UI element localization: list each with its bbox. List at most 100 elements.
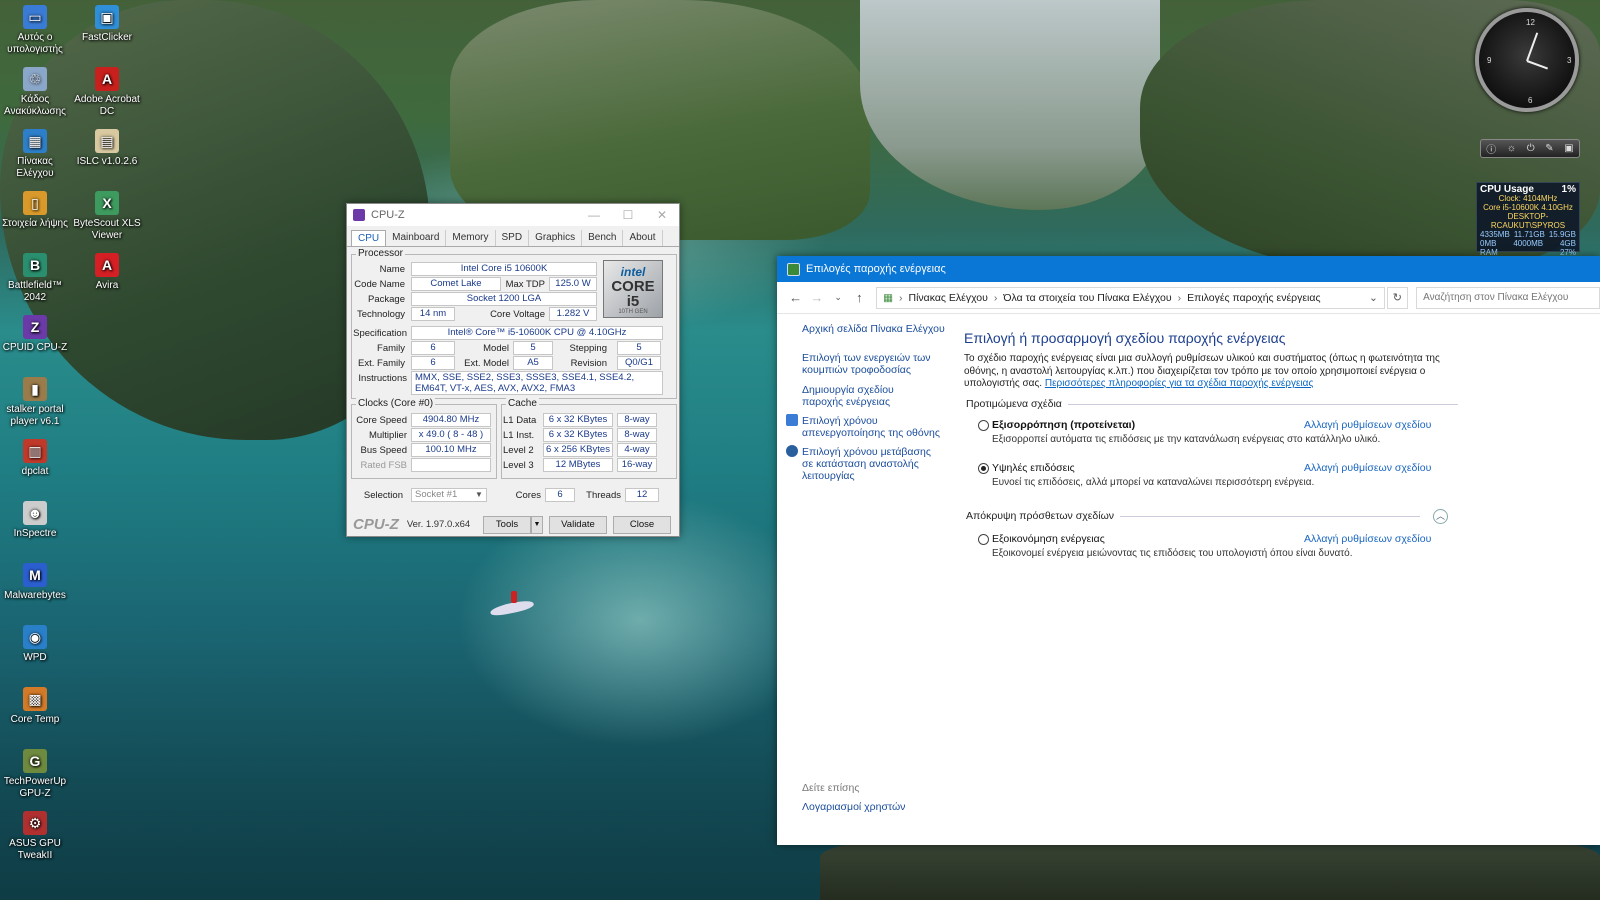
back-arrow-icon[interactable]: ←: [785, 290, 806, 305]
desktop-icon[interactable]: A Adobe Acrobat DC: [72, 67, 142, 118]
hidden-plans-label: Απόκρυψη πρόσθετων σχεδίων: [966, 510, 1115, 522]
ext-model-value: A5: [513, 356, 553, 370]
desktop-icon[interactable]: ▩ Core Temp: [0, 687, 70, 726]
refresh-icon[interactable]: ↻: [1386, 286, 1409, 309]
collapse-chevron-icon[interactable]: ︿: [1433, 509, 1448, 524]
desktop-icon[interactable]: Z CPUID CPU-Z: [0, 315, 70, 354]
desktop-icon[interactable]: X ByteScout XLS Viewer: [72, 191, 142, 242]
cache-label: L1 Data: [503, 415, 537, 426]
cpuz-window[interactable]: CPU-Z — ☐ ✕ CPU Mainboard Memory SPD Gra…: [346, 203, 680, 537]
change-plan-link[interactable]: Αλλαγή ρυθμίσεων σχεδίου: [1304, 462, 1431, 474]
plan-radio-high-performance[interactable]: [978, 463, 989, 474]
tab-cpu[interactable]: CPU: [351, 230, 387, 246]
specification-value: Intel® Core™ i5-10600K CPU @ 4.10GHz: [411, 326, 663, 340]
desktop-icon-label: Στοιχεία λήψης: [2, 218, 68, 229]
power-options-window[interactable]: Επιλογές παροχής ενέργειας ← → ⌄ ↑ ▦ › Π…: [777, 256, 1600, 845]
desktop-icon-label: Battlefield™ 2042: [8, 280, 62, 303]
core-speed-label: Core Speed: [356, 415, 407, 426]
desktop-icon[interactable]: ▯ Στοιχεία λήψης: [0, 191, 70, 230]
desktop-icon[interactable]: ▮ stalker portal player v6.1: [0, 377, 70, 428]
minimize-icon[interactable]: —: [577, 208, 611, 222]
gadget-swap-value: 4000MB: [1513, 239, 1544, 248]
cpuz-tabs: CPU Mainboard Memory SPD Graphics Bench …: [347, 226, 679, 247]
cp-titlebar[interactable]: Επιλογές παροχής ενέργειας: [777, 256, 1600, 282]
desktop-app-icon: ▣: [95, 5, 119, 29]
wrench-icon[interactable]: ✎: [1545, 143, 1553, 154]
core-voltage-value: 1.282 V: [549, 307, 597, 321]
plan-radio-power-saver[interactable]: [978, 534, 989, 545]
forward-arrow-icon[interactable]: →: [806, 290, 827, 305]
multiplier-value: x 49.0 ( 8 - 48 ): [411, 428, 491, 442]
gadget-control-bar[interactable]: ⓘ ☼ ⏻ ✎ ▣: [1480, 139, 1580, 158]
close-button[interactable]: Close: [613, 516, 671, 534]
close-icon[interactable]: ✕: [645, 208, 679, 222]
validate-button[interactable]: Validate: [549, 516, 607, 534]
plan-radio-balanced[interactable]: [978, 420, 989, 431]
desktop-icon[interactable]: A Avira: [72, 253, 142, 292]
desktop-icon[interactable]: ▣ FastClicker: [72, 5, 142, 44]
bus-speed-label: Bus Speed: [360, 445, 407, 456]
name-value: Intel Core i5 10600K: [411, 262, 597, 276]
recent-locations-icon[interactable]: ⌄: [828, 292, 849, 303]
tab-bench[interactable]: Bench: [582, 230, 624, 246]
name-label: Name: [379, 264, 405, 275]
desktop-icon-label: ByteScout XLS Viewer: [73, 218, 141, 241]
desktop-app-icon: ♲: [23, 67, 47, 91]
sidebar-link-home[interactable]: Αρχική σελίδα Πίνακα Ελέγχου: [802, 323, 952, 335]
desktop-icon[interactable]: B Battlefield™ 2042: [0, 253, 70, 304]
lock-icon[interactable]: ▣: [1564, 143, 1573, 154]
plan-name[interactable]: Εξοικονόμηση ενέργειας: [992, 533, 1105, 545]
plan-description: Εξισορροπεί αυτόματα τις επιδόσεις με τη…: [992, 434, 1381, 445]
breadcrumb-item[interactable]: Όλα τα στοιχεία του Πίνακα Ελέγχου: [1003, 292, 1171, 304]
desktop-icon[interactable]: G TechPowerUp GPU-Z: [0, 749, 70, 800]
power-icon[interactable]: ⏻: [1527, 143, 1535, 154]
desktop-icon[interactable]: ♲ Κάδος Ανακύκλωσης: [0, 67, 70, 118]
desktop-icon[interactable]: ◉ WPD: [0, 625, 70, 664]
sidebar-link-sleep[interactable]: Επιλογή χρόνου μετάβασης σε κατάσταση αν…: [802, 446, 942, 482]
desktop-icon[interactable]: ⚙ ASUS GPU TweakII: [0, 811, 70, 862]
sidebar-link-display-off[interactable]: Επιλογή χρόνου απενεργοποίησης της οθόνη…: [802, 415, 942, 439]
info-icon[interactable]: ⓘ: [1486, 141, 1496, 156]
desktop-icon[interactable]: ▥ dpclat: [0, 439, 70, 478]
stepping-label: Stepping: [569, 343, 607, 354]
intel-logo-line: CORE i5: [611, 278, 655, 310]
sidebar-link-create-plan[interactable]: Δημιουργία σχεδίου παροχής ενέργειας: [802, 384, 937, 408]
cores-value: 6: [545, 488, 575, 502]
desktop-icon[interactable]: ▭ Αυτός ο υπολογιστής: [0, 5, 70, 56]
instructions-value: MMX, SSE, SSE2, SSE3, SSSE3, SSE4.1, SSE…: [411, 371, 663, 395]
search-input[interactable]: [1416, 286, 1600, 309]
address-dropdown-icon[interactable]: ⌄: [1369, 292, 1378, 304]
breadcrumb-item[interactable]: Πίνακας Ελέγχου: [908, 292, 987, 304]
tab-about[interactable]: About: [623, 230, 663, 246]
clock-gadget[interactable]: 12 3 6 9: [1475, 8, 1579, 112]
change-plan-link[interactable]: Αλλαγή ρυθμίσεων σχεδίου: [1304, 419, 1431, 431]
change-plan-link[interactable]: Αλλαγή ρυθμίσεων σχεδίου: [1304, 533, 1431, 545]
chevron-down-icon[interactable]: ▼: [475, 490, 483, 499]
tab-mainboard[interactable]: Mainboard: [386, 230, 447, 246]
sidebar-link-power-buttons[interactable]: Επιλογή των ενεργειών των κουμπιών τροφο…: [802, 352, 937, 376]
desktop-icon[interactable]: M Malwarebytes: [0, 563, 70, 602]
tab-graphics[interactable]: Graphics: [529, 230, 583, 246]
clock-minute-hand: [1526, 32, 1539, 62]
desktop-icon[interactable]: ▤ ISLC v1.0.2.6: [72, 129, 142, 168]
sidebar-link-user-accounts[interactable]: Λογαριασμοί χρηστών: [802, 801, 905, 813]
tools-button[interactable]: Tools: [483, 516, 531, 534]
cpuz-titlebar[interactable]: CPU-Z — ☐ ✕: [347, 204, 679, 226]
plan-name[interactable]: Υψηλές επιδόσεις: [992, 462, 1075, 474]
up-arrow-icon[interactable]: ↑: [849, 290, 870, 305]
intel-core-i5-logo: intel CORE i5 10TH GEN: [603, 260, 663, 318]
maximize-icon[interactable]: ☐: [611, 208, 645, 222]
brightness-icon[interactable]: ☼: [1507, 143, 1516, 154]
address-bar[interactable]: ▦ › Πίνακας Ελέγχου › Όλα τα στοιχεία το…: [876, 286, 1385, 309]
tab-spd[interactable]: SPD: [496, 230, 530, 246]
desktop-icon[interactable]: ▦ Πίνακας Ελέγχου: [0, 129, 70, 180]
tools-dropdown-icon[interactable]: ▼: [531, 516, 543, 534]
breadcrumb-item[interactable]: Επιλογές παροχής ενέργειας: [1187, 292, 1320, 304]
ext-family-label: Ext. Family: [358, 358, 405, 369]
plan-name[interactable]: Εξισορρόπηση (προτείνεται): [992, 419, 1135, 431]
more-info-link[interactable]: Περισσότερες πληροφορίες για τα σχέδια π…: [1045, 378, 1313, 389]
desktop-icon-label: TechPowerUp GPU-Z: [3, 776, 67, 799]
tab-memory[interactable]: Memory: [446, 230, 496, 246]
preferred-plans-section: Προτιμώμενα σχέδια: [966, 398, 1458, 410]
desktop-icon[interactable]: ☻ InSpectre: [0, 501, 70, 540]
